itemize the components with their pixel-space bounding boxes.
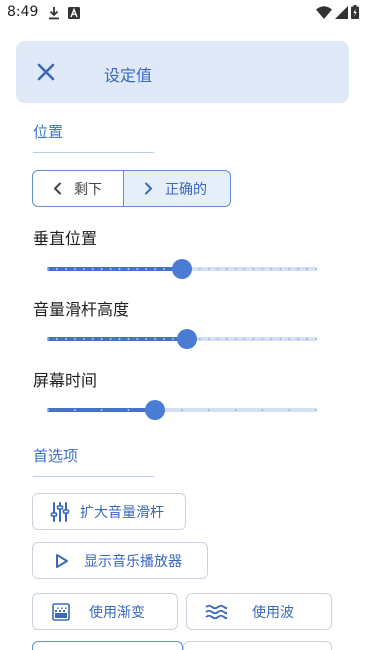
- volume-slider-height-slider[interactable]: [47, 327, 317, 351]
- equalizer-icon: [50, 501, 70, 522]
- section-divider: [33, 476, 154, 477]
- expand-volume-slider-label: 扩大音量滑杆: [80, 504, 164, 521]
- section-title-position: 位置: [33, 123, 64, 141]
- position-left-label: 剩下: [74, 181, 102, 198]
- gradient-icon: [52, 602, 70, 621]
- chevron-left-icon: [54, 182, 61, 195]
- chevron-right-icon: [145, 182, 152, 195]
- next-option-button[interactable]: [32, 641, 183, 650]
- signal-icon: [335, 5, 348, 19]
- volume-slider-height-label: 音量滑杆高度: [33, 300, 130, 319]
- status-icons: [316, 5, 359, 19]
- close-icon: [37, 63, 55, 81]
- page-title: 设定值: [104, 66, 153, 85]
- next-option-button[interactable]: [183, 641, 332, 650]
- screen-time-label: 屏幕时间: [33, 371, 98, 390]
- app-notification-icon: [68, 7, 80, 19]
- slider-thumb[interactable]: [172, 259, 192, 279]
- position-right-label: 正确的: [165, 181, 207, 198]
- show-music-player-label: 显示音乐播放器: [84, 553, 182, 570]
- slider-ticks: [47, 409, 317, 411]
- expand-volume-slider-button[interactable]: 扩大音量滑杆: [32, 493, 186, 530]
- settings-header: 设定值: [16, 41, 349, 103]
- screen-time-slider[interactable]: [47, 398, 317, 422]
- vertical-position-slider[interactable]: [47, 257, 317, 281]
- vertical-position-label: 垂直位置: [33, 229, 98, 248]
- position-right-button[interactable]: 正确的: [123, 170, 231, 207]
- show-music-player-button[interactable]: 显示音乐播放器: [32, 542, 208, 579]
- wifi-icon: [316, 5, 332, 19]
- status-time: 8:49: [7, 4, 39, 20]
- slider-thumb[interactable]: [177, 329, 197, 349]
- wave-icon: [205, 604, 227, 619]
- play-icon: [56, 553, 68, 568]
- position-left-button[interactable]: 剩下: [32, 170, 124, 207]
- use-gradient-label: 使用渐变: [89, 604, 145, 621]
- slider-thumb[interactable]: [145, 400, 165, 420]
- status-bar: 8:49: [0, 0, 365, 26]
- use-gradient-button[interactable]: 使用渐变: [32, 593, 178, 630]
- download-icon: [49, 7, 59, 20]
- close-button[interactable]: [34, 60, 58, 84]
- section-title-preferences: 首选项: [33, 447, 79, 465]
- battery-icon: [351, 5, 359, 19]
- section-divider: [33, 152, 154, 153]
- use-wave-button[interactable]: 使用波: [186, 593, 332, 630]
- use-wave-label: 使用波: [252, 604, 294, 621]
